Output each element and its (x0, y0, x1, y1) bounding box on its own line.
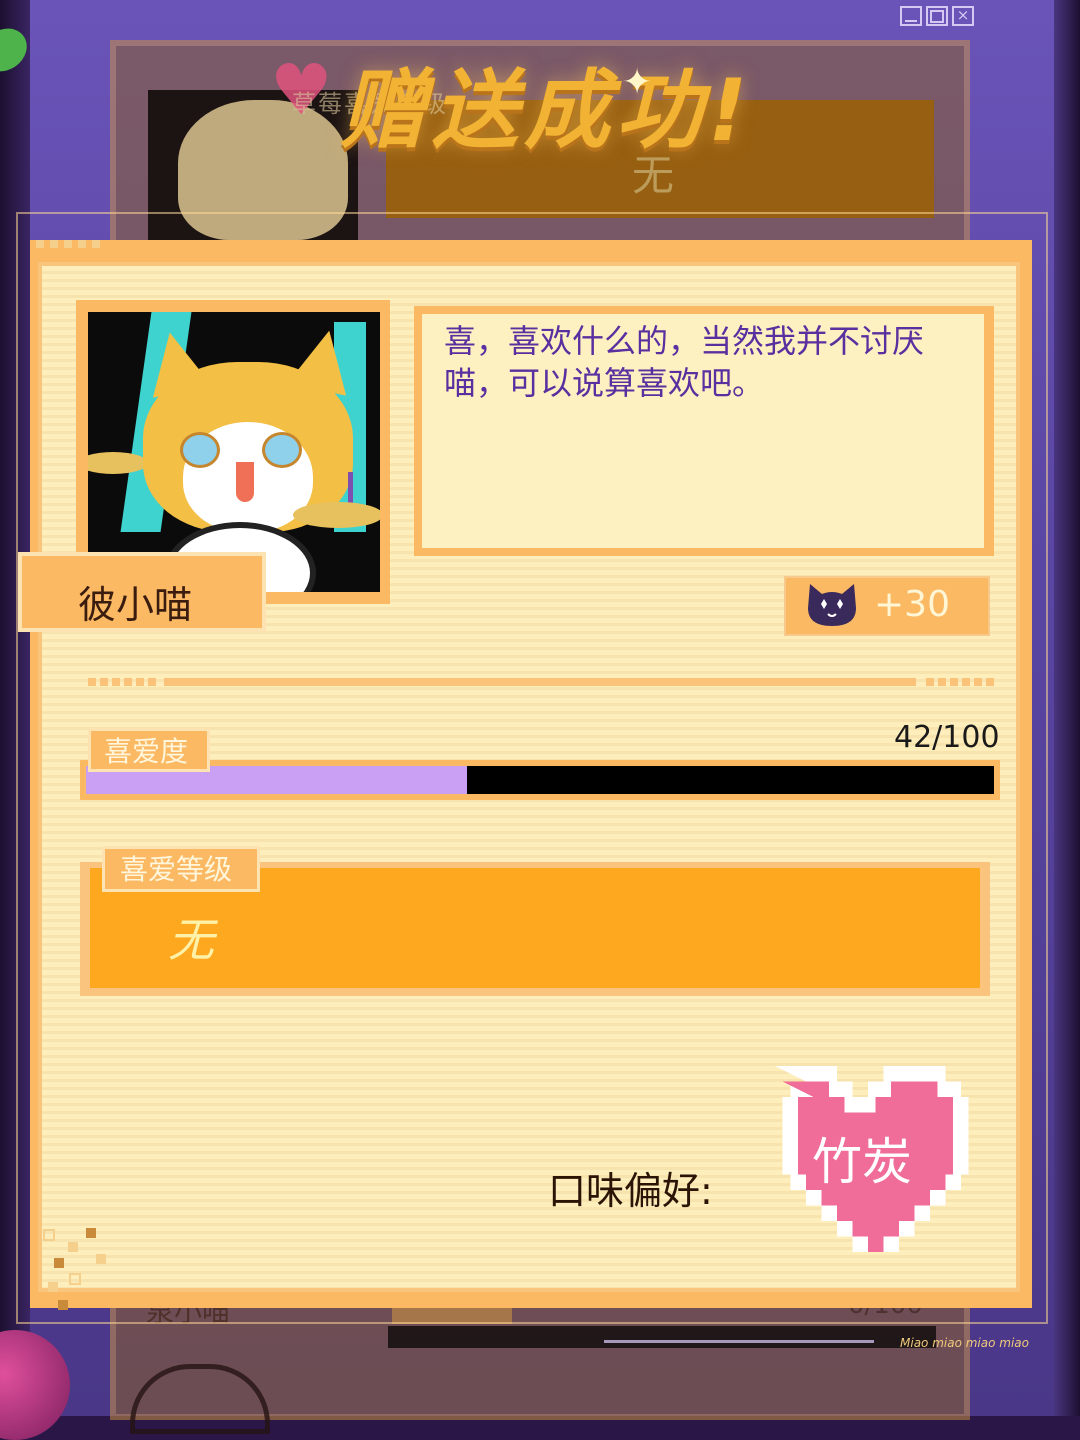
level-value: 无 (168, 913, 214, 967)
close-icon[interactable]: × (952, 6, 974, 26)
background-bar (388, 1326, 936, 1348)
sparkle-icon: ✦ (622, 62, 653, 103)
window-controls: × (900, 6, 974, 26)
reward-amount: +30 (874, 584, 950, 625)
taste-preference-label: 口味偏好: (548, 1169, 713, 1213)
affection-bar (86, 766, 994, 794)
level-label: 喜爱等级 (120, 853, 233, 886)
affection-label: 喜爱度 (104, 735, 189, 768)
character-name: 彼小喵 (78, 583, 193, 627)
cat-face-icon (808, 584, 856, 626)
corner-pixel-decoration (43, 1228, 106, 1310)
watermark-text: Miao miao miao miao (900, 1336, 1029, 1350)
character-portrait (88, 312, 380, 592)
corner-decoration (36, 240, 100, 248)
bottom-rail (604, 1340, 874, 1343)
minimize-icon[interactable] (900, 6, 922, 26)
gift-success-title: 赠送成功! (340, 61, 754, 161)
maximize-icon[interactable] (926, 6, 948, 26)
background-right-edge (1054, 0, 1080, 1416)
dialogue-text: 喜，喜欢什么的，当然我并不讨厌喵，可以说算喜欢吧。 (444, 322, 925, 402)
section-divider (88, 678, 994, 686)
taste-preference-value: 竹炭 (812, 1133, 912, 1191)
affection-value: 42/100 (894, 720, 1000, 755)
